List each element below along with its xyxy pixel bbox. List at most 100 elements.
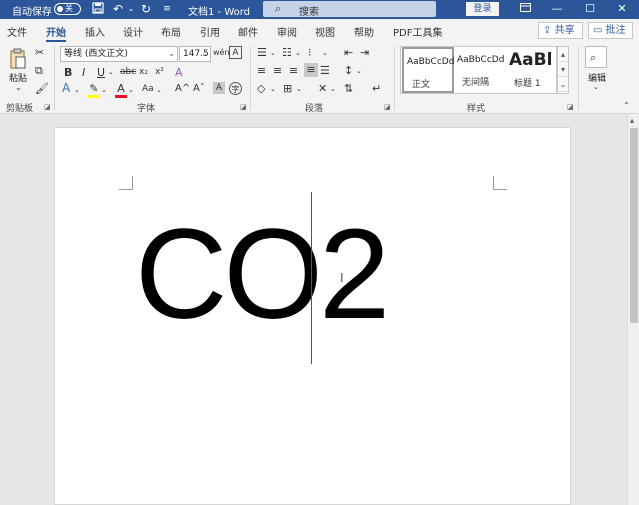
- multilevel-list-icon[interactable]: ⁝: [308, 46, 312, 59]
- bullets-dropdown-icon[interactable]: ⌄: [270, 47, 276, 60]
- chevron-down-icon[interactable]: ▾: [558, 62, 568, 77]
- copy-icon[interactable]: ⧉: [35, 64, 43, 77]
- scroll-up-icon[interactable]: ▴: [630, 116, 634, 125]
- tab-file[interactable]: 文件: [7, 24, 27, 39]
- find-button[interactable]: ⌕: [585, 46, 607, 68]
- vertical-scrollbar[interactable]: ▴: [627, 114, 639, 505]
- scroll-thumb[interactable]: [630, 128, 638, 323]
- tab-home[interactable]: 开始: [46, 24, 66, 39]
- autosave-toggle[interactable]: 关: [54, 3, 81, 15]
- italic-button[interactable]: I: [82, 66, 85, 79]
- underline-dropdown-icon[interactable]: ⌄: [108, 66, 114, 79]
- document-text[interactable]: CO2: [135, 200, 390, 350]
- paste-dropdown-icon[interactable]: ⌄: [15, 81, 22, 94]
- customize-toolbar-icon[interactable]: ≡: [160, 2, 174, 16]
- cut-icon[interactable]: ✂: [35, 46, 44, 59]
- tab-view[interactable]: 视图: [315, 24, 335, 39]
- comments-button[interactable]: ▭ 批注: [588, 22, 633, 39]
- tab-review[interactable]: 审阅: [277, 24, 297, 39]
- chinese-layout-icon[interactable]: ✕: [318, 82, 327, 95]
- text-effects-dropdown-icon[interactable]: ⌄: [74, 84, 80, 97]
- editing-dropdown-icon[interactable]: ⌄: [593, 81, 599, 94]
- character-shading-icon[interactable]: A: [213, 82, 225, 94]
- styles-launcher-icon[interactable]: ◪: [567, 103, 574, 111]
- highlight-icon[interactable]: ✎: [88, 82, 100, 98]
- style-no-spacing[interactable]: AaBbCcDd 无间隔: [454, 47, 506, 93]
- chinese-layout-dropdown-icon[interactable]: ⌄: [330, 83, 336, 96]
- underline-button[interactable]: U: [97, 66, 105, 79]
- font-launcher-icon[interactable]: ◪: [240, 103, 247, 111]
- styles-scroll[interactable]: ▴ ▾ ⌄: [557, 46, 569, 94]
- text-effects-icon[interactable]: A: [175, 66, 183, 79]
- grow-font-button[interactable]: A^: [175, 82, 190, 95]
- decrease-indent-icon[interactable]: ⇤: [344, 46, 353, 59]
- bullets-icon[interactable]: ☰: [257, 46, 267, 59]
- multilevel-dropdown-icon[interactable]: ⌄: [322, 47, 328, 60]
- font-size-combo[interactable]: 147.5 ⌄: [179, 46, 211, 62]
- bold-button[interactable]: B: [64, 66, 72, 79]
- enclose-characters-icon[interactable]: 字: [229, 82, 242, 95]
- phonetic-guide-icon[interactable]: wén: [213, 46, 230, 59]
- clipboard-launcher-icon[interactable]: ◪: [44, 103, 51, 111]
- shrink-font-button[interactable]: Aˇ: [193, 82, 205, 95]
- chevron-up-icon[interactable]: ▴: [558, 47, 568, 62]
- line-spacing-dropdown-icon[interactable]: ⌄: [356, 65, 362, 78]
- subscript-button[interactable]: x₂: [139, 66, 148, 79]
- collapse-ribbon-icon[interactable]: ⌃: [623, 99, 630, 112]
- tab-insert[interactable]: 插入: [85, 24, 105, 39]
- undo-dropdown-icon[interactable]: ⌄: [124, 2, 138, 16]
- maximize-icon[interactable]: ☐: [580, 1, 600, 17]
- numbering-icon[interactable]: ☷: [282, 46, 292, 59]
- change-case-button[interactable]: Aa: [142, 83, 154, 96]
- align-right-icon[interactable]: ≡: [289, 64, 298, 77]
- sort-icon[interactable]: ⇅: [344, 82, 353, 95]
- distributed-icon[interactable]: ☰: [320, 64, 330, 77]
- document-page[interactable]: CO2 I: [54, 127, 571, 505]
- numbering-dropdown-icon[interactable]: ⌄: [295, 47, 301, 60]
- character-border-icon[interactable]: A: [229, 46, 242, 59]
- justify-icon[interactable]: ≡: [304, 63, 318, 77]
- borders-dropdown-icon[interactable]: ⌄: [296, 83, 302, 96]
- minimize-icon[interactable]: —: [547, 1, 567, 17]
- shading-icon[interactable]: ◇: [257, 82, 265, 95]
- font-name-value: 等线 (西文正文): [64, 49, 128, 59]
- tab-help[interactable]: 帮助: [354, 24, 374, 39]
- highlight-dropdown-icon[interactable]: ⌄: [101, 84, 107, 97]
- font-name-combo[interactable]: 等线 (西文正文) ⌄: [60, 46, 178, 62]
- tab-layout[interactable]: 布局: [161, 24, 181, 39]
- format-painter-icon[interactable]: 🖌: [35, 82, 49, 95]
- shading-dropdown-icon[interactable]: ⌄: [270, 83, 276, 96]
- increase-indent-icon[interactable]: ⇥: [360, 46, 369, 59]
- font-color-icon[interactable]: A: [115, 82, 127, 98]
- paragraph-launcher-icon[interactable]: ◪: [384, 103, 391, 111]
- show-marks-icon[interactable]: ↵: [372, 82, 381, 95]
- separator: [394, 46, 395, 110]
- align-center-icon[interactable]: ≡: [273, 64, 282, 77]
- borders-icon[interactable]: ⊞: [283, 82, 292, 95]
- tab-mailings[interactable]: 邮件: [238, 24, 258, 39]
- change-case-dropdown-icon[interactable]: ⌄: [156, 84, 162, 97]
- redo-icon[interactable]: ↻: [139, 2, 153, 16]
- more-styles-icon[interactable]: ⌄: [558, 77, 568, 92]
- tab-pdf-tools[interactable]: PDF工具集: [393, 24, 442, 39]
- superscript-button[interactable]: x²: [155, 66, 164, 79]
- chevron-down-icon: ⌄: [168, 49, 175, 58]
- share-button[interactable]: ⇪ 共享: [538, 22, 583, 39]
- font-color-dropdown-icon[interactable]: ⌄: [128, 84, 134, 97]
- paste-icon[interactable]: [9, 48, 27, 70]
- search-box[interactable]: ⌕ 搜索: [263, 1, 436, 18]
- login-button[interactable]: 登录: [466, 2, 499, 16]
- undo-icon[interactable]: ↶: [111, 2, 125, 16]
- align-left-icon[interactable]: ≡: [257, 64, 266, 77]
- line-spacing-icon[interactable]: ↕: [344, 64, 353, 77]
- tab-references[interactable]: 引用: [200, 24, 220, 39]
- ribbon-display-options-icon[interactable]: [515, 1, 535, 17]
- text-effects-button-icon[interactable]: A: [62, 82, 70, 95]
- close-icon[interactable]: ✕: [612, 1, 632, 17]
- style-heading-1[interactable]: AaBl 标题 1: [506, 47, 556, 93]
- strikethrough-button[interactable]: abc: [120, 66, 136, 79]
- style-normal[interactable]: AaBbCcDd 正文: [402, 47, 454, 93]
- separator: [250, 46, 251, 110]
- save-icon[interactable]: [91, 2, 105, 16]
- tab-design[interactable]: 设计: [123, 24, 143, 39]
